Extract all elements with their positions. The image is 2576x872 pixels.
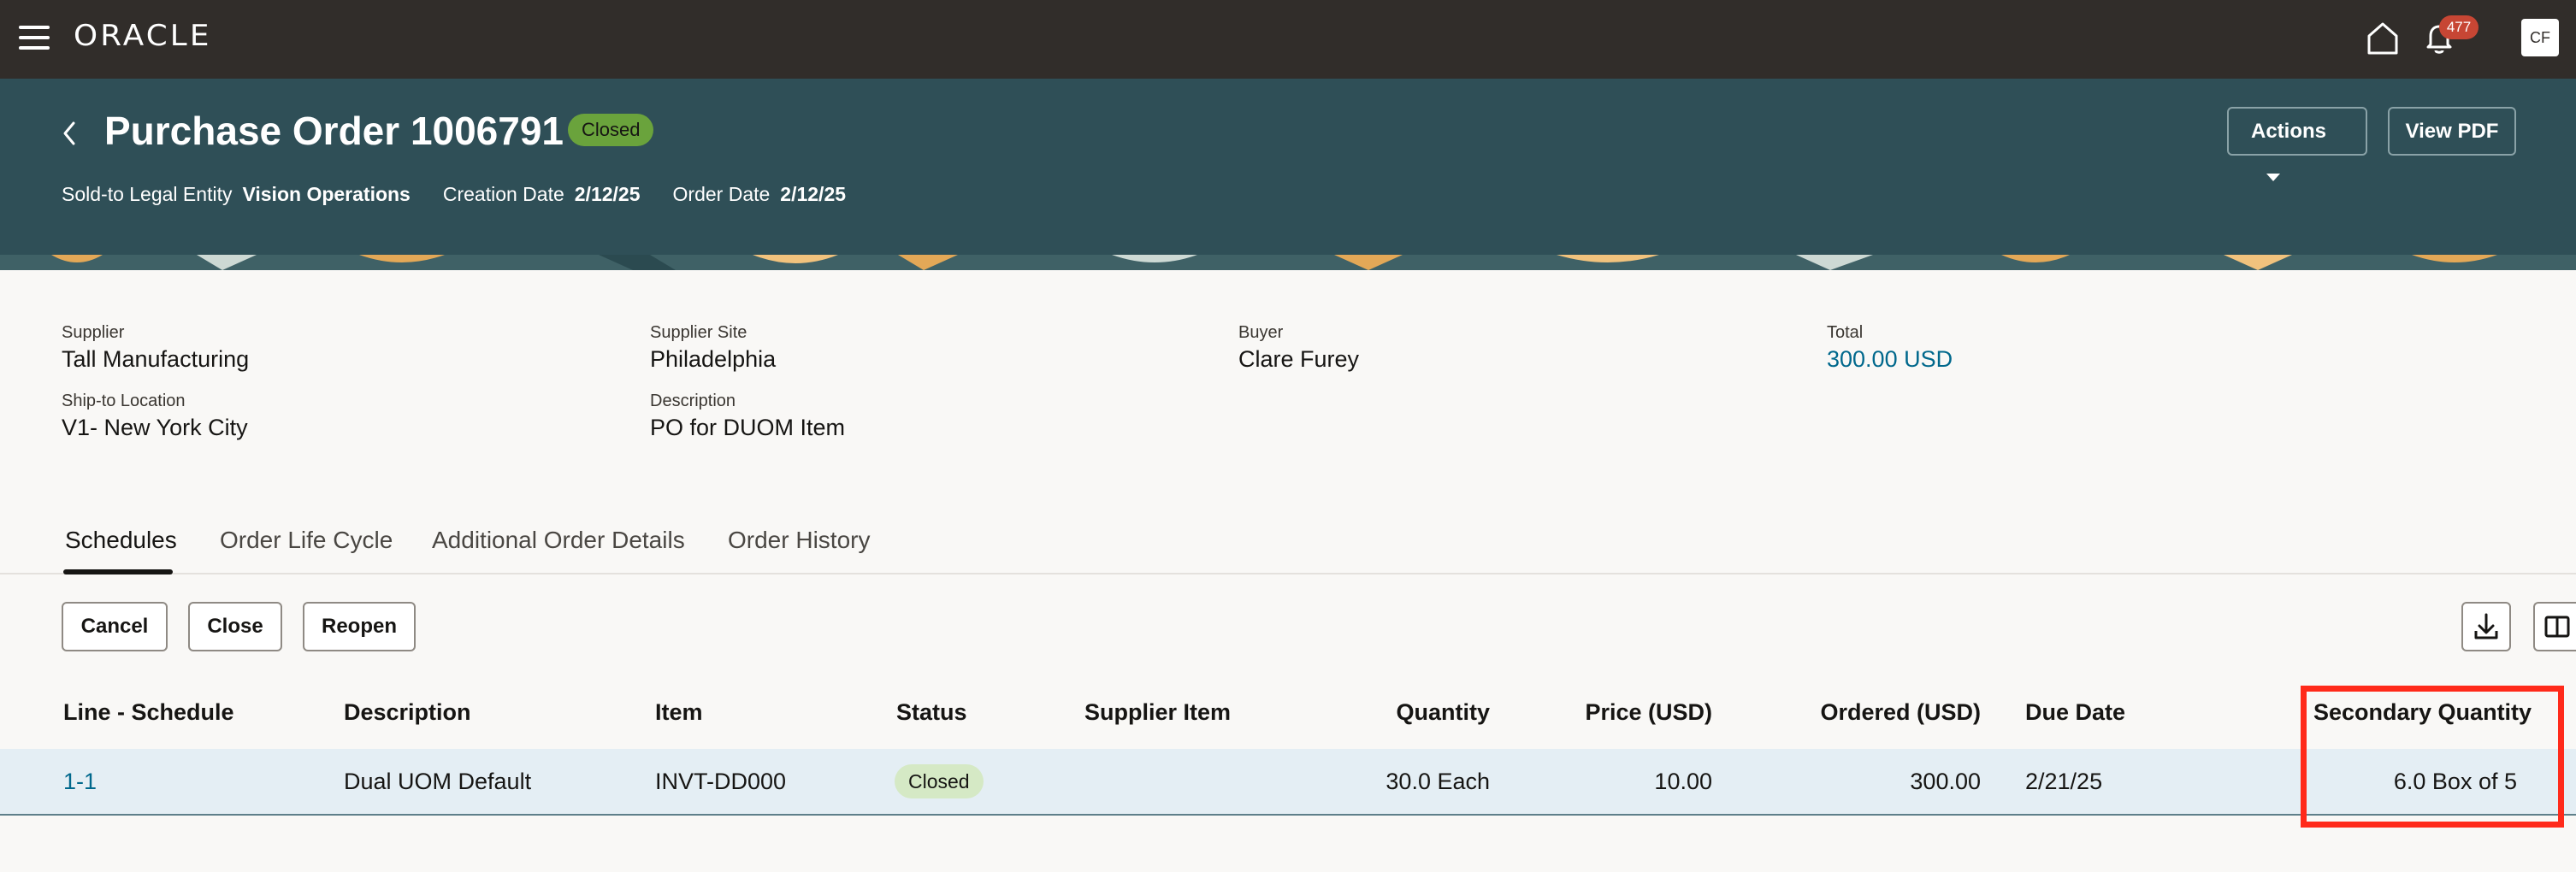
page-title: Purchase Order 1006791 — [104, 109, 564, 153]
view-pdf-button[interactable]: View PDF — [2388, 107, 2516, 156]
decorative-banner-pattern — [0, 255, 2576, 270]
supplier-site-label: Supplier Site — [650, 323, 747, 342]
actions-button-label: Actions — [2251, 120, 2327, 143]
secondary-quantity-highlight-box — [2301, 686, 2564, 828]
download-icon — [2474, 613, 2498, 639]
header-metadata: Sold-to Legal Entity Vision Operations Cre… — [62, 183, 878, 206]
column-header-ordered[interactable]: Ordered (USD) — [1762, 699, 1981, 726]
ship-to-value: V1- New York City — [62, 415, 248, 440]
supplier-value: Tall Manufacturing — [62, 346, 250, 372]
ship-to-label: Ship-to Location — [62, 392, 186, 410]
row-quantity: 30.0 Each — [1385, 769, 1490, 794]
buyer-label: Buyer — [1238, 323, 1284, 342]
order-status-badge: Closed — [568, 114, 654, 146]
buyer-field: Buyer Clare Furey — [1238, 323, 1359, 373]
column-header-description[interactable]: Description — [344, 699, 471, 726]
creation-date-label: Creation Date — [442, 183, 564, 205]
row-ordered: 300.00 — [1910, 769, 1981, 794]
column-header-due-date[interactable]: Due Date — [2025, 699, 2125, 726]
supplier-field: Supplier Tall Manufacturing — [62, 323, 249, 373]
ship-to-field: Ship-to Location V1- New York City — [62, 392, 248, 441]
page-header: Purchase Order 1006791 Closed Sold-to Le… — [0, 79, 2576, 255]
buyer-value: Clare Furey — [1238, 346, 1360, 372]
actions-button[interactable]: Actions — [2227, 107, 2367, 182]
column-header-supplier-item[interactable]: Supplier Item — [1084, 699, 1231, 726]
top-navigation-bar: ORACLE 477 CF — [0, 0, 2576, 79]
total-label: Total — [1827, 323, 1864, 342]
oracle-logo[interactable]: ORACLE — [74, 19, 212, 53]
line-schedule-link[interactable]: 1-1 — [63, 769, 97, 795]
column-header-line-schedule[interactable]: Line - Schedule — [63, 699, 234, 726]
row-status-badge: Closed — [895, 764, 984, 798]
reopen-button[interactable]: Reopen — [303, 602, 416, 651]
close-button[interactable]: Close — [188, 602, 282, 651]
tab-bar: Schedules Order Life Cycle Additional Or… — [0, 510, 2576, 574]
caret-down-icon — [2266, 174, 2280, 182]
cancel-button[interactable]: Cancel — [62, 602, 168, 651]
total-field: Total 300.00 USD — [1827, 323, 1953, 373]
order-date-value: 2/12/25 — [780, 183, 847, 205]
order-date-label: Order Date — [672, 183, 771, 205]
notification-count-badge: 477 — [2439, 15, 2479, 39]
supplier-label: Supplier — [62, 323, 125, 342]
description-value: PO for DUOM Item — [650, 415, 846, 440]
supplier-site-value: Philadelphia — [650, 346, 777, 372]
sold-to-label: Sold-to Legal Entity — [62, 183, 233, 205]
tab-order-history[interactable]: Order History — [728, 527, 870, 554]
tab-order-life-cycle[interactable]: Order Life Cycle — [220, 527, 393, 554]
row-description: Dual UOM Default — [344, 769, 532, 794]
row-due-date: 2/21/25 — [2025, 769, 2103, 794]
row-item: INVT-DD000 — [655, 769, 787, 794]
column-header-status[interactable]: Status — [896, 699, 967, 726]
user-avatar[interactable]: CF — [2521, 19, 2559, 56]
export-button[interactable] — [2461, 602, 2511, 651]
tab-schedules[interactable]: Schedules — [65, 527, 177, 554]
back-chevron-icon[interactable] — [56, 116, 82, 150]
column-header-item[interactable]: Item — [655, 699, 703, 726]
column-header-price[interactable]: Price (USD) — [1524, 699, 1712, 726]
columns-button[interactable] — [2533, 602, 2576, 651]
active-tab-indicator — [63, 569, 173, 574]
supplier-site-field: Supplier Site Philadelphia — [650, 323, 776, 373]
columns-icon — [2544, 616, 2570, 638]
description-field: Description PO for DUOM Item — [650, 392, 845, 441]
total-value-link[interactable]: 300.00 USD — [1827, 346, 1953, 373]
sold-to-value: Vision Operations — [242, 183, 411, 205]
row-price: 10.00 — [1654, 769, 1712, 794]
home-icon[interactable] — [2364, 21, 2402, 56]
column-header-quantity[interactable]: Quantity — [1317, 699, 1490, 726]
menu-icon[interactable] — [19, 26, 50, 50]
creation-date-value: 2/12/25 — [574, 183, 641, 205]
tab-additional-order-details[interactable]: Additional Order Details — [432, 527, 685, 554]
description-label: Description — [650, 392, 736, 410]
